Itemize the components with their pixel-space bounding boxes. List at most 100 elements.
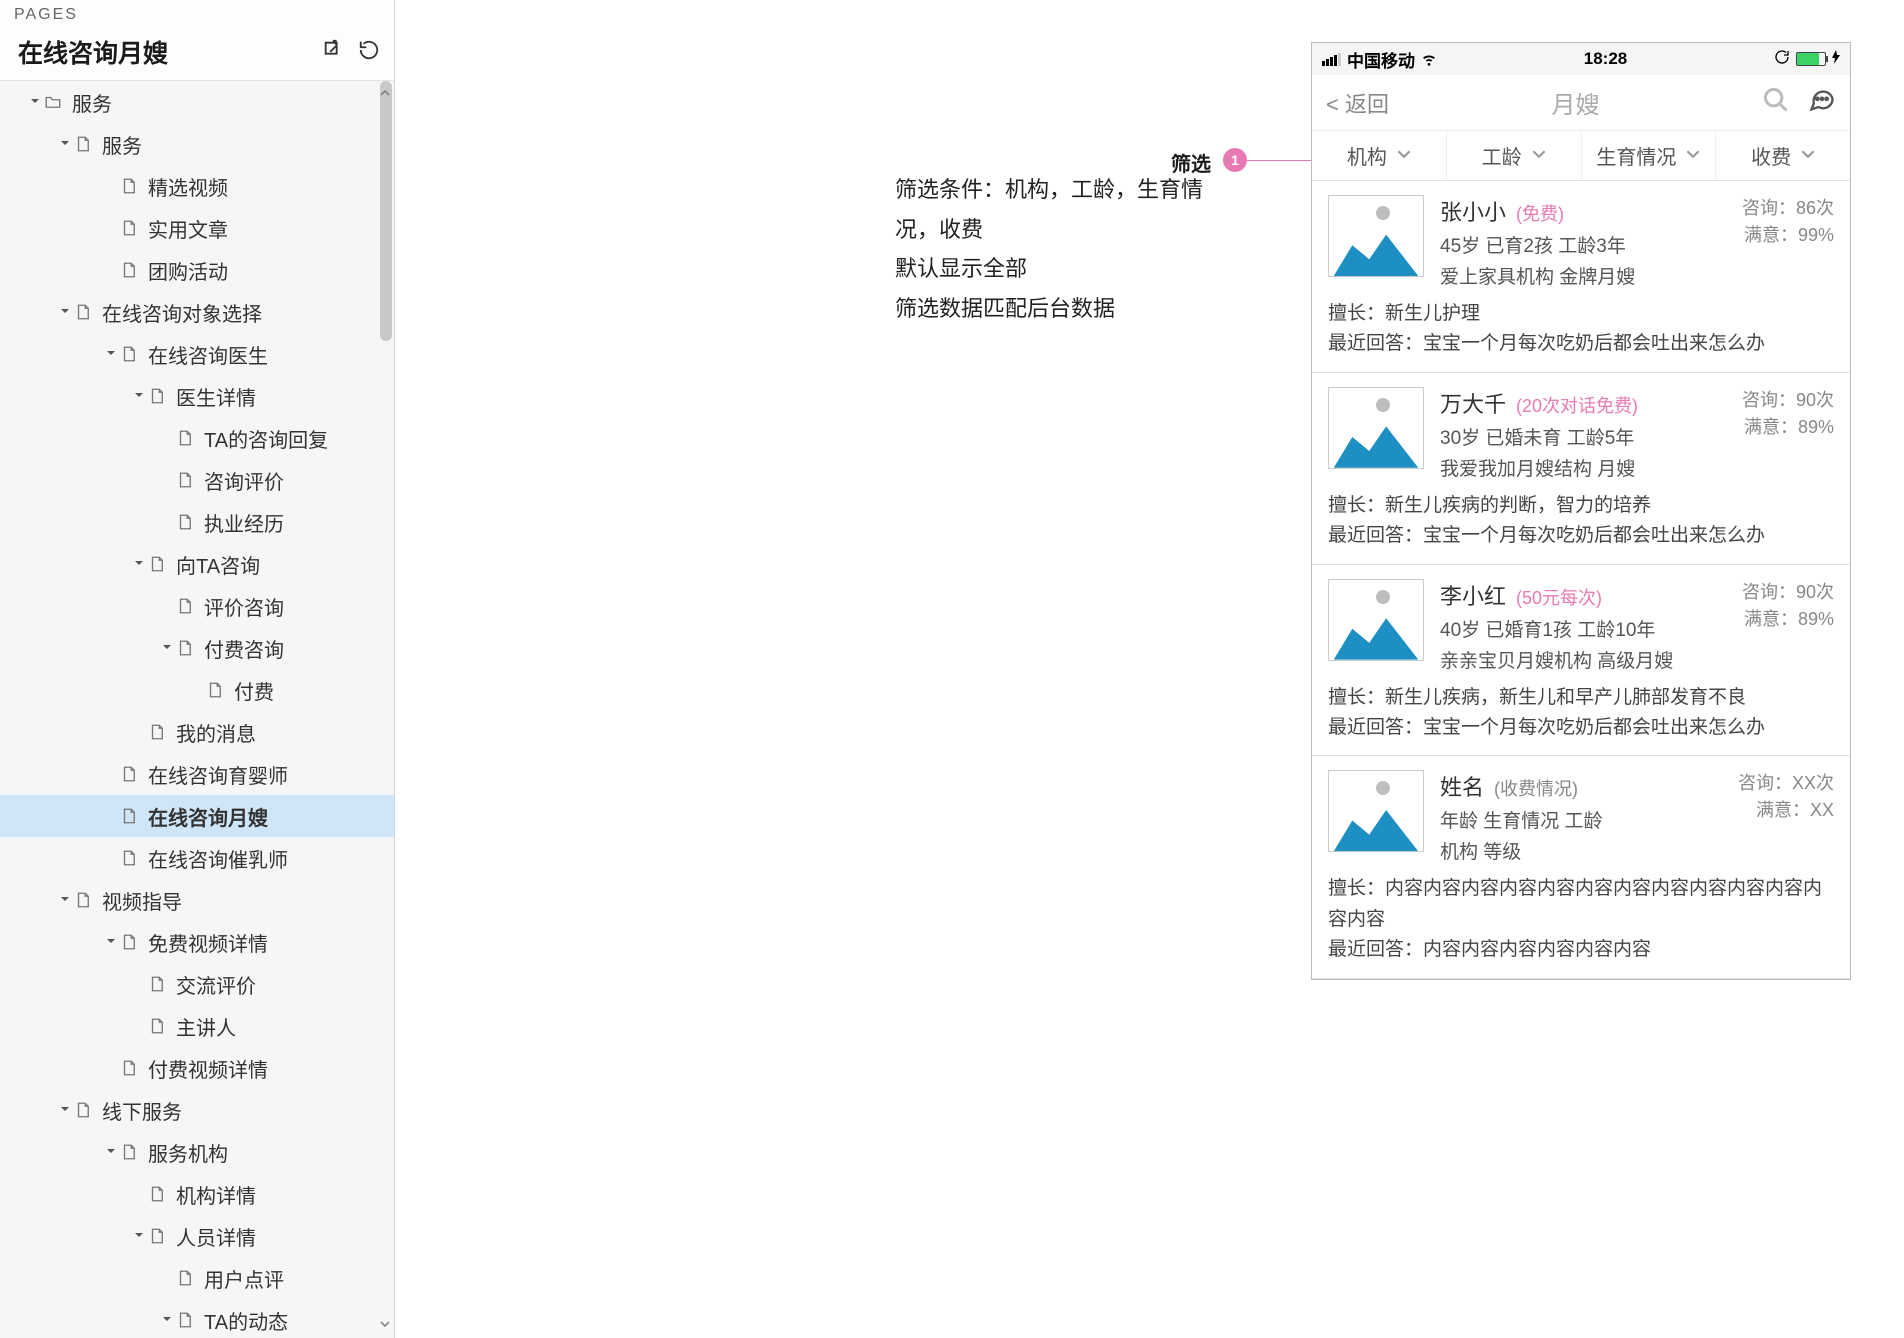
scroll-down-icon[interactable] [380,1316,390,1334]
nav-bar: < 返回 月嫂 [1312,75,1850,131]
scroll-up-icon[interactable] [380,85,390,103]
page-title: 在线咨询月嫂 [18,34,168,70]
nanny-meta2: 亲亲宝贝月嫂机构 高级月嫂 [1440,646,1726,673]
sidebar-title-row: 在线咨询月嫂 [0,30,394,80]
tree-item[interactable]: 团购活动 [0,249,394,291]
annotation-line3: 筛选数据匹配后台数据 [895,289,1235,329]
tree-item-label: 在线咨询催乳师 [148,844,288,873]
filter-label: 机构 [1347,141,1387,170]
nanny-name: 张小小 [1440,195,1506,227]
price-tag: (20次对话免费) [1516,392,1638,418]
tree-item[interactable]: 免费视频详情 [0,921,394,963]
tree-item[interactable]: 执业经历 [0,501,394,543]
wifi-icon [1421,51,1437,67]
annotation-line2: 默认显示全部 [895,249,1235,289]
filter-label: 生育情况 [1596,141,1676,170]
filter-bar: 机构 工龄 生育情况 收费 [1312,131,1850,181]
search-icon[interactable] [1762,86,1790,120]
tree-item-label: 在线咨询月嫂 [148,802,268,831]
chevron-down-icon [1397,144,1411,167]
nav-title: 月嫂 [1551,85,1599,120]
nanny-meta2: 机构 等级 [1440,837,1722,864]
expand-arrow-icon[interactable] [58,1105,72,1115]
avatar-placeholder [1328,387,1424,469]
filter-生育情况[interactable]: 生育情况 [1582,131,1717,180]
tree-item[interactable]: 线下服务 [0,1089,394,1131]
page-tree[interactable]: 服务服务精选视频实用文章团购活动在线咨询对象选择在线咨询医生医生详情TA的咨询回… [0,80,394,1338]
tree-scrollbar[interactable] [380,81,392,341]
annotation-marker: 1 [1223,148,1247,172]
expand-arrow-icon[interactable] [58,139,72,149]
tree-item[interactable]: 主讲人 [0,1005,394,1047]
expand-arrow-icon[interactable] [160,643,174,653]
filter-label: 收费 [1751,141,1791,170]
expand-arrow-icon[interactable] [132,1231,146,1241]
tree-item[interactable]: 在线咨询催乳师 [0,837,394,879]
expand-arrow-icon[interactable] [160,1315,174,1325]
tree-item-label: 我的消息 [176,718,256,747]
expand-arrow-icon[interactable] [58,307,72,317]
nanny-recent: 最近回答：宝宝一个月每次吃奶后都会吐出来怎么办 [1328,329,1834,359]
pages-section-label: PAGES [0,0,394,30]
expand-arrow-icon[interactable] [28,97,42,107]
expand-arrow-icon[interactable] [104,349,118,359]
tree-item[interactable]: 向TA咨询 [0,543,394,585]
back-button[interactable]: < 返回 [1326,87,1389,119]
tree-item[interactable]: 精选视频 [0,165,394,207]
chat-icon[interactable] [1808,86,1836,120]
tree-item-label: 用户点评 [204,1264,284,1293]
tree-item-label: 交流评价 [176,970,256,999]
nanny-card[interactable]: 李小红(50元每次)40岁 已婚育1孩 工龄10年亲亲宝贝月嫂机构 高级月嫂咨询… [1312,565,1850,757]
expand-arrow-icon[interactable] [58,895,72,905]
nanny-name: 李小红 [1440,579,1506,611]
nanny-skill: 擅长：内容内容内容内容内容内容内容内容内容内容内容内容内容 [1328,874,1834,935]
expand-arrow-icon[interactable] [104,937,118,947]
tree-item[interactable]: 服务 [0,123,394,165]
tree-item[interactable]: 在线咨询医生 [0,333,394,375]
tree-item[interactable]: 交流评价 [0,963,394,1005]
tree-item[interactable]: 我的消息 [0,711,394,753]
tree-item-label: 人员详情 [176,1222,256,1251]
nanny-skill: 擅长：新生儿疾病的判断，智力的培养 [1328,491,1834,521]
nanny-card[interactable]: 姓名(收费情况)年龄 生育情况 工龄机构 等级咨询：XX次满意：XX擅长：内容内… [1312,756,1850,978]
tree-item-label: 机构详情 [176,1180,256,1209]
tree-item[interactable]: 在线咨询月嫂 [0,795,394,837]
tree-item[interactable]: 服务 [0,81,394,123]
tree-item[interactable]: 咨询评价 [0,459,394,501]
tree-item[interactable]: 付费视频详情 [0,1047,394,1089]
chevron-down-icon [1532,144,1546,167]
nanny-skill: 擅长：新生儿疾病，新生儿和早产儿肺部发育不良 [1328,683,1834,713]
export-icon[interactable] [322,39,344,66]
expand-arrow-icon[interactable] [132,559,146,569]
avatar-placeholder [1328,195,1424,277]
nanny-stats: 咨询：XX次满意：XX [1738,770,1834,864]
filter-收费[interactable]: 收费 [1716,131,1850,180]
tree-item[interactable]: 付费咨询 [0,627,394,669]
tree-item[interactable]: 在线咨询育婴师 [0,753,394,795]
tree-item[interactable]: 在线咨询对象选择 [0,291,394,333]
price-tag: (收费情况) [1494,775,1578,801]
tree-item-label: 付费视频详情 [148,1054,268,1083]
tree-item[interactable]: 用户点评 [0,1257,394,1299]
expand-arrow-icon[interactable] [104,1147,118,1157]
tree-item[interactable]: 医生详情 [0,375,394,417]
tree-item[interactable]: TA的动态 [0,1299,394,1338]
tree-item-label: 服务 [102,130,142,159]
tree-item[interactable]: 视频指导 [0,879,394,921]
expand-arrow-icon[interactable] [132,391,146,401]
tree-item[interactable]: 付费 [0,669,394,711]
refresh-icon[interactable] [358,39,380,66]
filter-机构[interactable]: 机构 [1312,131,1447,180]
filter-工龄[interactable]: 工龄 [1447,131,1582,180]
tree-item-label: 在线咨询医生 [148,340,268,369]
tree-item[interactable]: TA的咨询回复 [0,417,394,459]
nanny-card[interactable]: 张小小(免费)45岁 已育2孩 工龄3年爱上家具机构 金牌月嫂咨询：86次满意：… [1312,181,1850,373]
tree-item[interactable]: 机构详情 [0,1173,394,1215]
tree-item[interactable]: 服务机构 [0,1131,394,1173]
chevron-down-icon [1801,144,1815,167]
tree-item[interactable]: 评价咨询 [0,585,394,627]
filter-label: 工龄 [1482,141,1522,170]
nanny-card[interactable]: 万大千(20次对话免费)30岁 已婚未育 工龄5年我爱我加月嫂结构 月嫂咨询：9… [1312,373,1850,565]
tree-item[interactable]: 实用文章 [0,207,394,249]
tree-item[interactable]: 人员详情 [0,1215,394,1257]
